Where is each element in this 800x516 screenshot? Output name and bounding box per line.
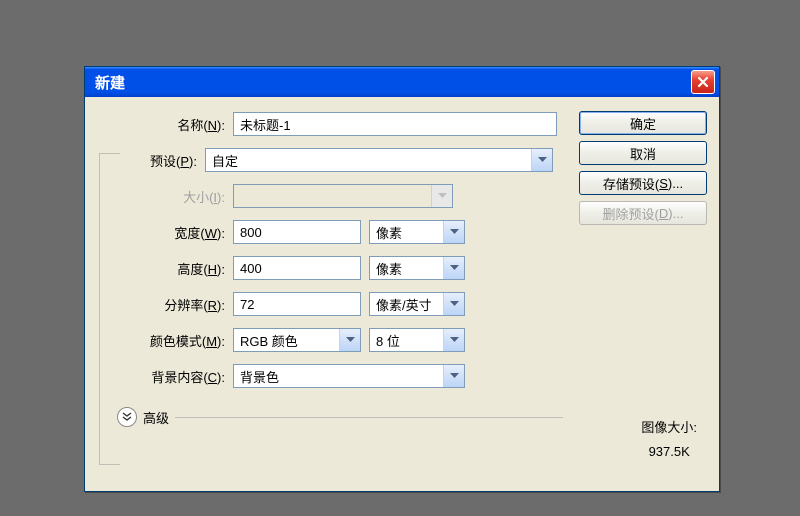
cancel-button[interactable]: 取消 xyxy=(579,141,707,165)
new-document-dialog: 新建 名称(N): 预设(P): 自定 大小(I): xyxy=(84,66,720,492)
dialog-title: 新建 xyxy=(95,72,125,93)
chevron-down-icon xyxy=(443,293,464,315)
resolution-label: 分辨率(R): xyxy=(97,295,233,314)
size-row: 大小(I): xyxy=(97,183,563,209)
image-size-value: 937.5K xyxy=(641,440,697,465)
size-label: 大小(I): xyxy=(97,187,233,206)
preset-row: 预设(P): 自定 xyxy=(97,147,563,173)
resolution-unit-value: 像素/英寸 xyxy=(376,295,432,314)
advanced-divider xyxy=(175,417,563,418)
image-size-label: 图像大小: xyxy=(641,416,697,441)
advanced-toggle-row: 高级 xyxy=(117,407,563,427)
advanced-expand-button[interactable] xyxy=(117,407,137,427)
image-size-readout: 图像大小: 937.5K xyxy=(641,416,697,465)
width-row: 宽度(W): 像素 xyxy=(97,219,563,245)
close-icon xyxy=(697,76,709,88)
preset-value: 自定 xyxy=(212,151,238,170)
name-input[interactable] xyxy=(233,112,557,136)
bit-depth-select[interactable]: 8 位 xyxy=(369,328,465,352)
name-row: 名称(N): xyxy=(97,111,563,137)
chevron-down-icon xyxy=(339,329,360,351)
delete-preset-button: 删除预设(D)... xyxy=(579,201,707,225)
close-button[interactable] xyxy=(691,70,715,94)
height-unit-value: 像素 xyxy=(376,259,402,278)
size-select xyxy=(233,184,453,208)
background-row: 背景内容(C): 背景色 xyxy=(97,363,563,389)
resolution-row: 分辨率(R): 像素/英寸 xyxy=(97,291,563,317)
height-row: 高度(H): 像素 xyxy=(97,255,563,281)
button-column: 确定 取消 存储预设(S)... 删除预设(D)... xyxy=(579,111,707,225)
bit-depth-value: 8 位 xyxy=(376,331,400,350)
color-mode-value: RGB 颜色 xyxy=(240,331,298,350)
chevron-down-icon xyxy=(531,149,552,171)
dialog-body: 名称(N): 预设(P): 自定 大小(I): xyxy=(85,97,719,491)
color-mode-row: 颜色模式(M): RGB 颜色 8 位 xyxy=(97,327,563,353)
resolution-input[interactable] xyxy=(233,292,361,316)
name-label: 名称(N): xyxy=(97,115,233,134)
double-chevron-down-icon xyxy=(122,412,132,422)
width-label: 宽度(W): xyxy=(97,223,233,242)
height-label: 高度(H): xyxy=(97,259,233,278)
form-column: 名称(N): 预设(P): 自定 大小(I): xyxy=(97,111,563,427)
advanced-label: 高级 xyxy=(143,408,169,427)
background-value: 背景色 xyxy=(240,367,279,386)
ok-button[interactable]: 确定 xyxy=(579,111,707,135)
width-unit-value: 像素 xyxy=(376,223,402,242)
color-mode-label: 颜色模式(M): xyxy=(97,331,233,350)
preset-select[interactable]: 自定 xyxy=(205,148,553,172)
resolution-unit-select[interactable]: 像素/英寸 xyxy=(369,292,465,316)
preset-label: 预设(P): xyxy=(97,151,205,170)
titlebar[interactable]: 新建 xyxy=(85,67,719,97)
chevron-down-icon xyxy=(443,221,464,243)
chevron-down-icon xyxy=(443,257,464,279)
chevron-down-icon xyxy=(443,329,464,351)
chevron-down-icon xyxy=(443,365,464,387)
background-select[interactable]: 背景色 xyxy=(233,364,465,388)
save-preset-button[interactable]: 存储预设(S)... xyxy=(579,171,707,195)
height-unit-select[interactable]: 像素 xyxy=(369,256,465,280)
color-mode-select[interactable]: RGB 颜色 xyxy=(233,328,361,352)
width-unit-select[interactable]: 像素 xyxy=(369,220,465,244)
chevron-down-icon xyxy=(431,185,452,207)
height-input[interactable] xyxy=(233,256,361,280)
width-input[interactable] xyxy=(233,220,361,244)
background-label: 背景内容(C): xyxy=(97,367,233,386)
